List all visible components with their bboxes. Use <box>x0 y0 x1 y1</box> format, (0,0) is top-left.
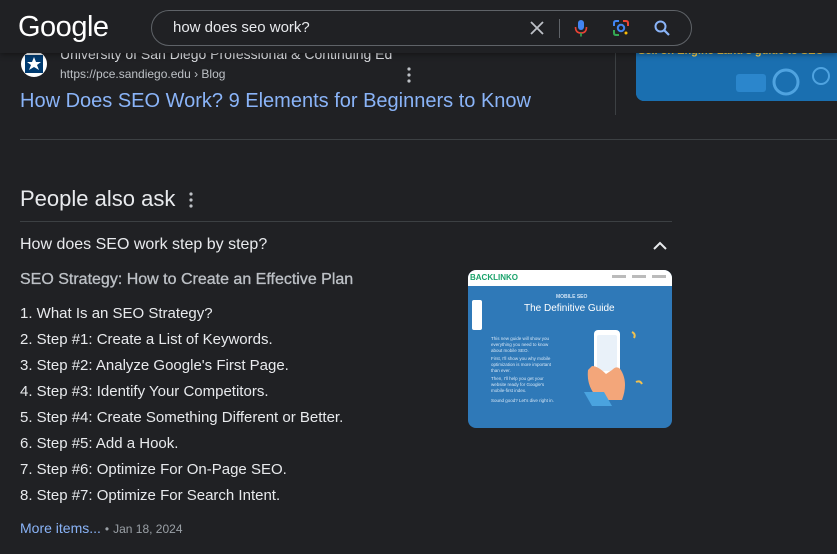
image-nav-bar <box>612 275 626 278</box>
column-divider <box>615 53 616 115</box>
image-text: Sound good? Let's dive right in. <box>491 398 554 403</box>
list-item: 5. Step #4: Create Something Different o… <box>20 409 344 426</box>
list-item: 8. Step #7: Optimize For Search Intent. <box>20 487 281 504</box>
answer-image[interactable]: BACKLINKO MOBILE SEO The Definitive Guid… <box>468 270 672 428</box>
more-items-row: More items... • Jan 18, 2024 <box>20 520 183 538</box>
google-logo[interactable]: Google <box>18 11 109 44</box>
chevron-up-icon[interactable] <box>650 238 670 254</box>
list-item: 7. Step #6: Optimize For On-Page SEO. <box>20 461 287 478</box>
microphone-icon[interactable] <box>571 18 591 38</box>
image-brand: BACKLINKO <box>470 273 518 282</box>
list-item: 6. Step #5: Add a Hook. <box>20 435 179 452</box>
paa-question[interactable]: How does SEO work step by step? <box>20 236 267 254</box>
lens-icon[interactable] <box>611 18 631 38</box>
clear-icon[interactable] <box>527 18 547 38</box>
image-nav-bar <box>652 275 666 278</box>
answer-title: SEO Strategy: How to Create an Effective… <box>20 271 354 288</box>
image-subtitle: MOBILE SEO <box>556 294 588 300</box>
list-item: 4. Step #3: Identify Your Competitors. <box>20 383 269 400</box>
search-divider <box>559 19 560 38</box>
more-items-link[interactable]: More items... <box>20 520 101 536</box>
search-icon[interactable] <box>652 18 672 38</box>
site-favicon <box>21 51 47 77</box>
steps-list: 1. What Is an SEO Strategy? 2. Step #1: … <box>20 305 343 513</box>
result-title-link[interactable]: How Does SEO Work? 9 Elements for Beginn… <box>20 90 531 113</box>
image-text: First, I'll show you why mobile optimiza… <box>491 356 552 373</box>
site-url: https://pce.sandiego.edu › Blog <box>60 67 226 81</box>
image-text: This new guide will show you everything … <box>491 336 550 353</box>
search-box[interactable] <box>151 10 692 46</box>
list-item: 1. What Is an SEO Strategy? <box>20 305 213 322</box>
section-divider <box>20 139 837 140</box>
search-input[interactable] <box>173 19 503 36</box>
more-options-icon[interactable] <box>402 65 416 85</box>
image-nav-bar <box>632 275 646 278</box>
image-share-bar <box>472 300 482 330</box>
paa-options-icon[interactable] <box>184 190 198 210</box>
image-text: Then, I'll help you get your website rea… <box>491 376 545 393</box>
separator-dot: • <box>104 522 110 536</box>
list-item: 3. Step #2: Analyze Google's First Page. <box>20 357 289 374</box>
thumbnail-graphic <box>636 60 837 101</box>
top-bar: Google <box>0 0 837 53</box>
answer-date: Jan 18, 2024 <box>113 522 183 536</box>
list-item: 2. Step #1: Create a List of Keywords. <box>20 331 273 348</box>
image-header: BACKLINKO <box>468 270 672 286</box>
paa-heading: People also ask <box>20 186 176 211</box>
paa-divider <box>20 221 672 222</box>
phone-hand-illustration <box>584 330 643 406</box>
image-title: The Definitive Guide <box>524 303 615 314</box>
